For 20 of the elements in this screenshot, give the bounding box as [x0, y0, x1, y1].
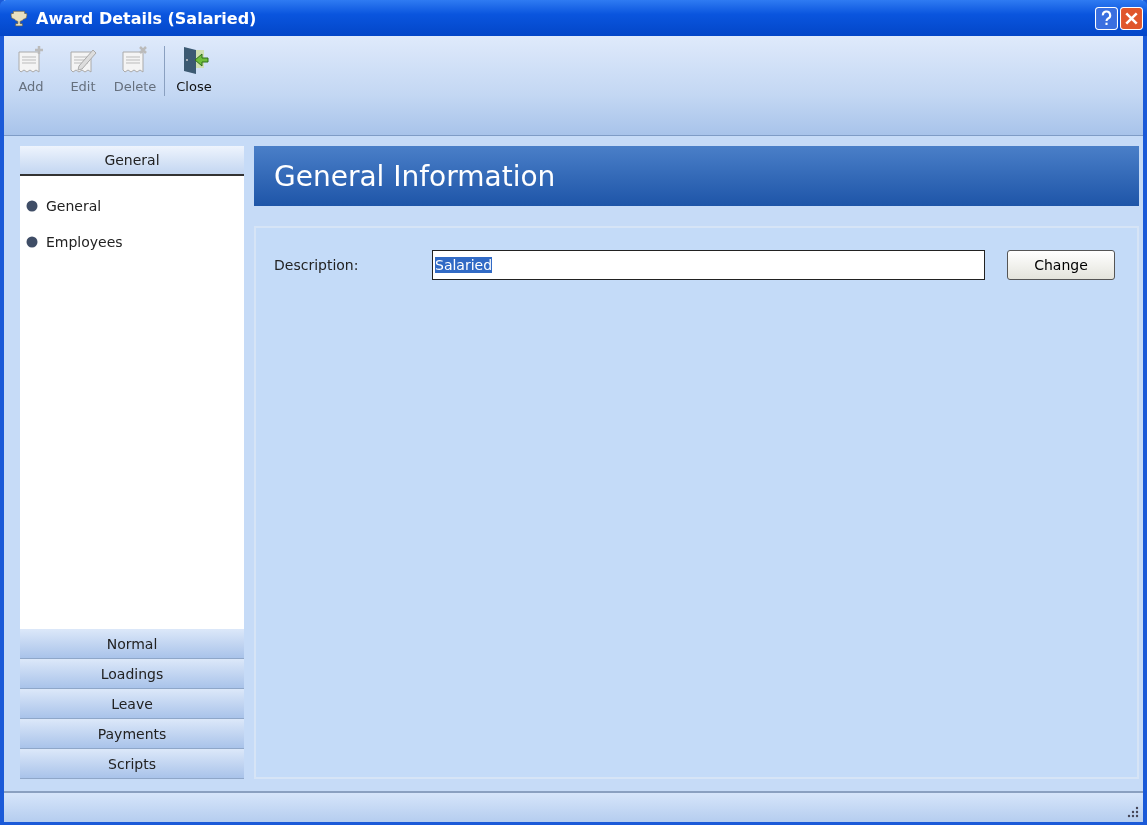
description-label: Description: [274, 257, 360, 273]
resize-grip-icon [1127, 806, 1139, 818]
window-title: Award Details (Salaried) [36, 8, 257, 28]
sidebar-section-header[interactable]: Loadings [20, 659, 244, 689]
navigation-item[interactable]: General [46, 198, 102, 214]
help-button[interactable] [1095, 6, 1118, 30]
bullet-icon [26, 200, 38, 212]
trophy-icon [10, 9, 28, 27]
close-icon[interactable] [1120, 6, 1143, 30]
description-field[interactable]: Salaried [432, 250, 985, 280]
bullet-icon [26, 236, 38, 248]
sidebar-section-header[interactable]: Leave [20, 689, 244, 719]
section-title: General Information [254, 146, 1139, 206]
navigation-item[interactable]: Employees [46, 234, 123, 250]
change-button[interactable]: Change [1007, 250, 1115, 280]
sidebar-section-header[interactable]: General [20, 146, 244, 176]
sidebar-section-header[interactable]: Normal [20, 629, 244, 659]
toolbar-button[interactable]: Close [171, 44, 217, 94]
sidebar-section-header[interactable]: Payments [20, 719, 244, 749]
sidebar-section-header[interactable]: Scripts [20, 749, 244, 779]
